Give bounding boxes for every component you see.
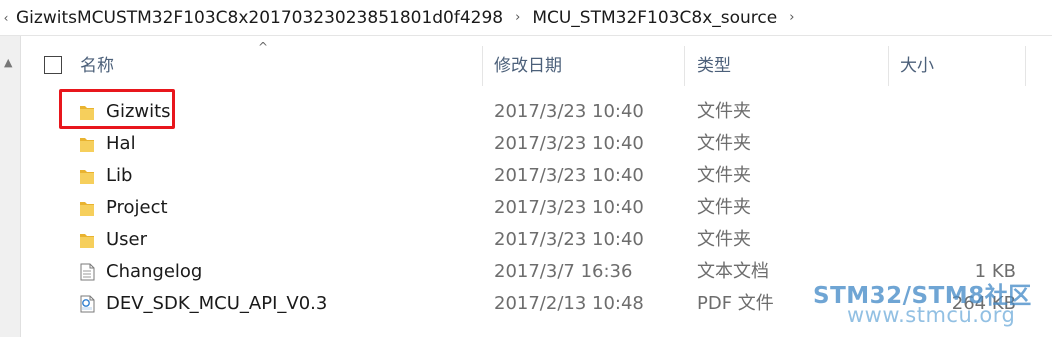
- file-row-hal[interactable]: Hal 2017/3/23 10:40 文件夹: [20, 128, 1052, 160]
- file-type: 文件夹: [697, 101, 751, 122]
- file-type: 文件夹: [697, 133, 751, 154]
- file-name: Changelog: [106, 261, 203, 282]
- file-date: 2017/2/13 10:48: [494, 293, 644, 314]
- file-date: 2017/3/23 10:40: [494, 165, 644, 186]
- breadcrumb-separator-icon[interactable]: ›: [781, 10, 802, 25]
- breadcrumb: ‹ GizwitsMCUSTM32F103C8x2017032302385180…: [0, 0, 1052, 36]
- file-type: PDF 文件: [697, 293, 774, 314]
- file-row-changelog[interactable]: Changelog 2017/3/7 16:36 文本文档 1 KB: [20, 256, 1052, 288]
- file-name: Hal: [106, 133, 136, 154]
- column-divider[interactable]: [888, 46, 889, 86]
- folder-icon: [80, 234, 94, 248]
- pdf-file-icon: [80, 295, 95, 313]
- file-type: 文件夹: [697, 165, 751, 186]
- file-name: Project: [106, 197, 168, 218]
- file-size: 1 KB: [974, 261, 1016, 282]
- scroll-up-arrow-icon[interactable]: ▲: [4, 56, 12, 69]
- file-date: 2017/3/23 10:40: [494, 101, 644, 122]
- column-header-type[interactable]: 类型: [697, 46, 731, 86]
- breadcrumb-item-current[interactable]: MCU_STM32F103C8x_source: [528, 8, 781, 28]
- text-file-icon: [80, 263, 95, 281]
- breadcrumb-back-chevron-icon[interactable]: ‹: [0, 11, 12, 25]
- file-date: 2017/3/23 10:40: [494, 197, 644, 218]
- file-row-pdf[interactable]: DEV_SDK_MCU_API_V0.3 2017/2/13 10:48 PDF…: [20, 288, 1052, 320]
- file-row-project[interactable]: Project 2017/3/23 10:40 文件夹: [20, 192, 1052, 224]
- highlight-annotation-box: [59, 89, 175, 129]
- file-type: 文本文档: [697, 261, 769, 282]
- column-divider[interactable]: [482, 46, 483, 86]
- file-row-lib[interactable]: Lib 2017/3/23 10:40 文件夹: [20, 160, 1052, 192]
- folder-icon: [80, 202, 94, 216]
- file-name: DEV_SDK_MCU_API_V0.3: [106, 293, 328, 314]
- file-row-user[interactable]: User 2017/3/23 10:40 文件夹: [20, 224, 1052, 256]
- folder-icon: [80, 170, 94, 184]
- column-divider[interactable]: [684, 46, 685, 86]
- file-type: 文件夹: [697, 197, 751, 218]
- column-header-name[interactable]: 名称: [80, 46, 114, 86]
- breadcrumb-item-parent[interactable]: GizwitsMCUSTM32F103C8x20170323023851801d…: [12, 8, 507, 28]
- navigation-pane-edge: ▲: [0, 36, 21, 337]
- column-header-date[interactable]: 修改日期: [494, 46, 562, 86]
- file-name: User: [106, 229, 148, 250]
- select-all-checkbox[interactable]: [44, 56, 62, 74]
- column-divider[interactable]: [1025, 46, 1026, 86]
- file-name: Lib: [106, 165, 133, 186]
- file-size: 264 KB: [951, 293, 1016, 314]
- file-date: 2017/3/23 10:40: [494, 229, 644, 250]
- column-header-size[interactable]: 大小: [900, 46, 934, 86]
- column-header-row: 名称 修改日期 类型 大小: [20, 46, 1052, 86]
- file-type: 文件夹: [697, 229, 751, 250]
- file-date: 2017/3/23 10:40: [494, 133, 644, 154]
- file-date: 2017/3/7 16:36: [494, 261, 633, 282]
- breadcrumb-separator-icon[interactable]: ›: [507, 10, 528, 25]
- folder-icon: [80, 138, 94, 152]
